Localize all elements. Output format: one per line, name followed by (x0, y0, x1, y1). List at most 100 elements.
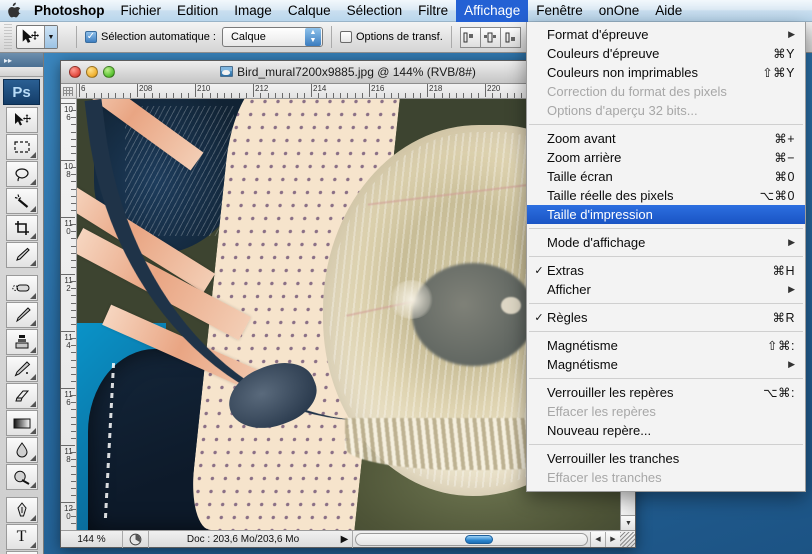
options-divider-1 (76, 26, 77, 48)
transform-options-checkbox[interactable] (340, 31, 352, 43)
ruler-minor-tick (71, 438, 76, 439)
auto-select-scope-dropdown[interactable]: Calque ▲▼ (222, 27, 323, 47)
ruler-minor-tick (71, 281, 76, 282)
horizontal-scrollbar[interactable] (355, 533, 588, 546)
menu-item-label: Taille d'impression (547, 207, 795, 222)
menu-item-couleurs-non-imprimables[interactable]: Couleurs non imprimables⇧⌘Y (527, 63, 805, 82)
tool-type[interactable]: T (6, 524, 38, 550)
current-tool-button[interactable]: ▼ (16, 25, 58, 49)
menu-filtre[interactable]: Filtre (410, 0, 456, 22)
tool-gradient[interactable] (6, 410, 38, 436)
tool-history-brush[interactable] (6, 356, 38, 382)
tool-clone-stamp[interactable] (6, 329, 38, 355)
zoom-button[interactable] (103, 66, 115, 78)
options-bar-grip[interactable] (4, 24, 12, 50)
triangle-down-icon[interactable]: ▼ (621, 515, 635, 530)
ruler-minor-tick (471, 93, 472, 98)
menu-fichier[interactable]: Fichier (113, 0, 170, 22)
ruler-origin-corner[interactable] (61, 84, 77, 99)
menu-item-taille-d-impression[interactable]: Taille d'impression (527, 205, 805, 224)
menu-item-label: Nouveau repère... (547, 423, 795, 438)
menu-item-taille-cran[interactable]: Taille écran⌘0 (527, 167, 805, 186)
menu-selection[interactable]: Sélection (339, 0, 411, 22)
tool-move[interactable] (6, 107, 38, 133)
tool-magic-wand[interactable] (6, 188, 38, 214)
ruler-label: 114 (64, 334, 73, 350)
ruler-minor-tick (442, 93, 443, 98)
menu-item-zoom-arri-re[interactable]: Zoom arrière⌘− (527, 148, 805, 167)
tool-blur[interactable] (6, 437, 38, 463)
tool-lasso[interactable] (6, 161, 38, 187)
align-right-edges-icon[interactable] (500, 27, 521, 48)
menu-item-extras[interactable]: ✓Extras⌘H (527, 261, 805, 280)
ruler-major-tick (61, 217, 75, 218)
ruler-minor-tick (217, 93, 218, 98)
tool-dodge[interactable] (6, 464, 38, 490)
ruler-minor-tick (71, 288, 76, 289)
ruler-minor-tick (71, 360, 76, 361)
toolbox-collapse-button[interactable]: ▸▸ (0, 53, 43, 67)
tool-eyedropper[interactable] (6, 242, 38, 268)
minimize-button[interactable] (86, 66, 98, 78)
menu-photoshop[interactable]: Photoshop (26, 0, 113, 22)
menu-item-shortcut: ⇧⌘Y (748, 65, 795, 80)
affichage-dropdown-menu[interactable]: Format d'épreuve▶Couleurs d'épreuve⌘YCou… (526, 22, 806, 492)
tool-healing-brush[interactable] (6, 275, 38, 301)
tool-eraser[interactable] (6, 383, 38, 409)
resize-grip-icon[interactable] (620, 532, 635, 547)
horizontal-scrollbar-thumb[interactable] (465, 535, 493, 544)
menu-item-couleurs-d-preuve[interactable]: Couleurs d'épreuve⌘Y (527, 44, 805, 63)
check-icon: ✓ (531, 264, 547, 277)
menu-item-effacer-les-tranches: Effacer les tranches (527, 468, 805, 487)
menu-item-nouveau-rep-re[interactable]: Nouveau repère... (527, 421, 805, 440)
ruler-major-tick (485, 84, 486, 97)
ruler-minor-tick (71, 295, 76, 296)
menu-item-format-d-preuve[interactable]: Format d'épreuve▶ (527, 25, 805, 44)
tool-brush[interactable] (6, 302, 38, 328)
close-button[interactable] (69, 66, 81, 78)
menu-fenetre[interactable]: Fenêtre (528, 0, 591, 22)
doc-size-icon[interactable] (123, 531, 149, 548)
ruler-major-tick (79, 84, 80, 97)
menu-item-afficher[interactable]: Afficher▶ (527, 280, 805, 299)
menu-item-taille-r-elle-des-pixels[interactable]: Taille réelle des pixels⌥⌘0 (527, 186, 805, 205)
tool-rectangular-marquee[interactable] (6, 134, 38, 160)
ruler-minor-tick (297, 93, 298, 98)
menu-edition[interactable]: Edition (169, 0, 226, 22)
ruler-minor-tick (152, 93, 153, 98)
tool-preset-chevron-icon[interactable]: ▼ (44, 26, 57, 48)
menu-image[interactable]: Image (226, 0, 280, 22)
ruler-minor-tick (71, 238, 76, 239)
zoom-level[interactable]: 144 % (61, 531, 123, 548)
apple-logo-icon[interactable] (0, 2, 26, 19)
tool-pen[interactable] (6, 497, 38, 523)
ruler-minor-tick (71, 381, 76, 382)
ruler-minor-tick (478, 93, 479, 98)
menu-onone[interactable]: onOne (591, 0, 648, 22)
menu-item-zoom-avant[interactable]: Zoom avant⌘+ (527, 129, 805, 148)
stepper-arrows-icon[interactable]: ▲▼ (305, 28, 321, 46)
menu-item-shortcut: ⌘0 (761, 169, 795, 184)
tool-crop[interactable] (6, 215, 38, 241)
vertical-ruler[interactable]: 106108110112114116118120 (61, 99, 77, 530)
menu-item-mode-d-affichage[interactable]: Mode d'affichage▶ (527, 233, 805, 252)
menu-item-verrouiller-les-tranches[interactable]: Verrouiller les tranches (527, 449, 805, 468)
menu-aide[interactable]: Aide (647, 0, 690, 22)
triangle-left-icon[interactable]: ◀ (590, 532, 605, 547)
menu-calque[interactable]: Calque (280, 0, 339, 22)
align-left-edges-icon[interactable] (460, 27, 481, 48)
ruler-minor-tick (71, 431, 76, 432)
menu-item-label: Afficher (547, 282, 774, 297)
status-expand-button[interactable]: ▶ (337, 531, 353, 548)
align-horizontal-centers-icon[interactable] (480, 27, 501, 48)
menu-item-verrouiller-les-rep-res[interactable]: Verrouiller les repères⌥⌘: (527, 383, 805, 402)
menu-item-r-gles[interactable]: ✓Règles⌘R (527, 308, 805, 327)
menu-affichage[interactable]: Affichage (456, 0, 528, 22)
menu-item-magn-tisme[interactable]: Magnétisme⇧⌘: (527, 336, 805, 355)
menu-item-label: Règles (547, 310, 758, 325)
ruler-label: 120 (64, 505, 73, 521)
auto-select-checkbox[interactable] (85, 31, 97, 43)
ruler-minor-tick (71, 231, 76, 232)
triangle-right-icon[interactable]: ▶ (605, 532, 620, 547)
menu-item-magn-tisme[interactable]: Magnétisme▶ (527, 355, 805, 374)
